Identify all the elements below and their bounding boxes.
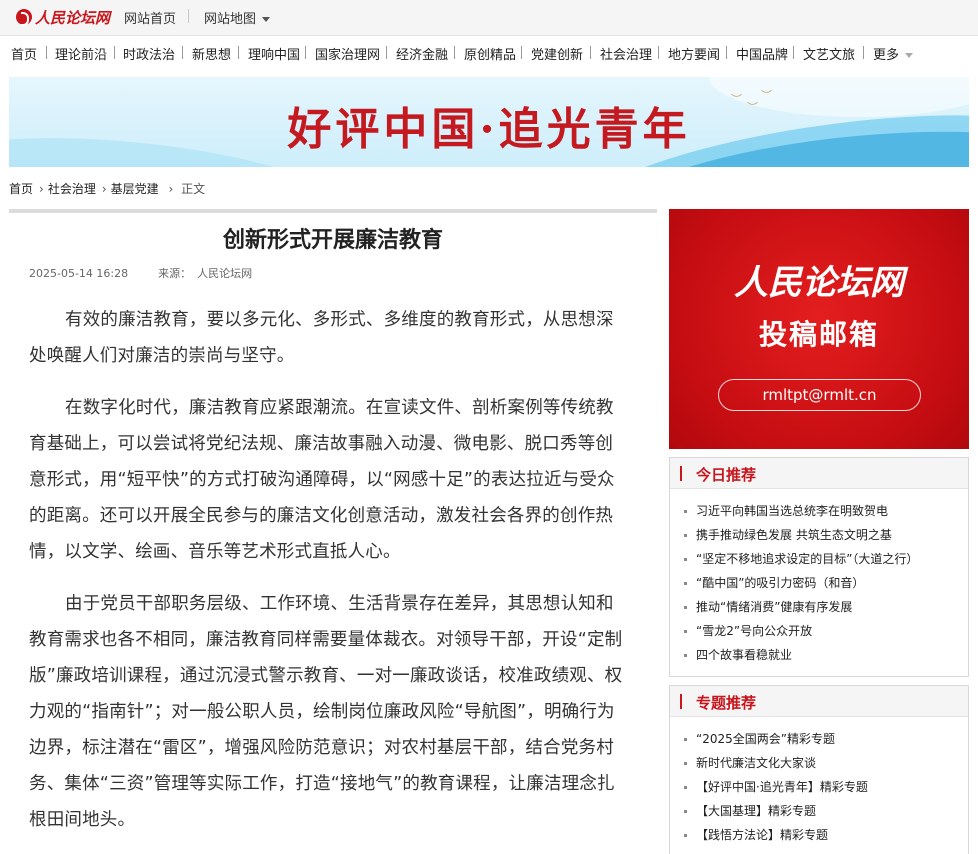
nav-divider — [793, 46, 794, 59]
list-item[interactable]: 四个故事看稳就业 — [684, 643, 968, 667]
article-datetime: 2025-05-14 16:28 — [29, 267, 129, 280]
logo-icon — [16, 9, 32, 26]
panel-title: 今日推荐 — [696, 466, 757, 484]
main-nav: 首页 理论前沿 时政法治 新思想 理响中国 国家治理网 经济金融 原创精品 党建… — [0, 36, 978, 68]
nav-divider — [590, 46, 591, 59]
panel-title: 专题推荐 — [696, 694, 757, 712]
list-item[interactable]: 习近平向韩国当选总统李在明致贺电 — [684, 499, 968, 523]
sitemap-label: 网站地图 — [204, 12, 257, 27]
sitemap-link[interactable]: 网站地图 — [204, 8, 271, 27]
article-top-rule — [9, 209, 657, 213]
ad-brand: 人民论坛网 — [734, 263, 904, 303]
breadcrumb-society[interactable]: 社会治理 — [48, 182, 96, 196]
list-item[interactable]: “坚定不移地追求设定的目标”（大道之行） — [684, 547, 968, 571]
article-paragraph: 在数字化时代，廉洁教育应紧跟潮流。在宣读文件、剖析案例等传统教育基础上，可以尝试… — [29, 398, 615, 562]
nav-divider — [726, 46, 727, 59]
nav-item-home[interactable]: 首页 — [11, 44, 37, 63]
nav-item-brand[interactable]: 中国品牌 — [736, 44, 788, 63]
nav-item-theory[interactable]: 理论前沿 — [55, 44, 107, 63]
list-item[interactable]: 【践悟方法论】精彩专题 — [684, 823, 968, 847]
list-item[interactable]: “2025全国两会”精彩专题 — [684, 727, 968, 751]
article-body: 有效的廉洁教育，要以多元化、多形式、多维度的教育形式，从思想深处唤醒人们对廉洁的… — [29, 302, 627, 854]
top-divider — [188, 9, 189, 23]
special-topics-panel: 专题推荐 “2025全国两会”精彩专题 新时代廉洁文化大家谈 【好评中国·追光青… — [669, 685, 969, 854]
list-item[interactable]: 携手推动绿色发展 共筑生态文明之基 — [684, 523, 968, 547]
panel-header: 今日推荐 — [670, 458, 968, 489]
article-paragraph: 有效的廉洁教育，要以多元化、多形式、多维度的教育形式，从思想深处唤醒人们对廉洁的… — [29, 310, 614, 366]
banner-title: 好评中国·追光青年 — [287, 104, 691, 155]
breadcrumb: 首页 › 社会治理 › 基层党建 › 正文 — [9, 180, 209, 197]
nav-divider — [238, 46, 239, 59]
site-logo[interactable]: 人民论坛网 — [16, 6, 110, 28]
nav-item-local[interactable]: 地方要闻 — [668, 44, 720, 63]
nav-item-governance[interactable]: 国家治理网 — [315, 44, 380, 63]
nav-divider — [521, 46, 522, 59]
breadcrumb-current: 正文 — [181, 182, 206, 196]
nav-more-label: 更多 — [873, 48, 900, 63]
nav-more[interactable]: 更多 — [873, 44, 914, 63]
list-item[interactable]: 推动“情绪消费”健康有序发展 — [684, 595, 968, 619]
panel-header: 专题推荐 — [670, 686, 968, 717]
nav-divider — [305, 46, 306, 59]
chevron-right-icon: › — [39, 182, 44, 196]
breadcrumb-home[interactable]: 首页 — [9, 182, 33, 196]
nav-item-culture[interactable]: 文艺文旅 — [803, 44, 855, 63]
nav-item-lixiang[interactable]: 理响中国 — [248, 44, 300, 63]
ad-subtitle: 投稿邮箱 — [758, 318, 879, 351]
today-recommend-panel: 今日推荐 习近平向韩国当选总统李在明致贺电 携手推动绿色发展 共筑生态文明之基 … — [669, 457, 969, 677]
nav-item-new-thought[interactable]: 新思想 — [192, 44, 231, 63]
article-title: 创新形式开展廉洁教育 — [222, 227, 443, 253]
nav-item-politics[interactable]: 时政法治 — [123, 44, 175, 63]
banner[interactable]: ︶ ︶ ︶ 好评中国·追光青年 — [9, 77, 969, 167]
list-item[interactable]: 【大国基理】精彩专题 — [684, 799, 968, 823]
nav-item-party[interactable]: 党建创新 — [531, 44, 583, 63]
chevron-down-icon — [905, 53, 914, 58]
nav-divider — [46, 46, 47, 59]
chevron-down-icon — [262, 17, 271, 22]
breadcrumb-party[interactable]: 基层党建 — [111, 182, 159, 196]
nav-divider — [863, 46, 864, 59]
list-item[interactable]: “酷中国”的吸引力密码（和音） — [684, 571, 968, 595]
nav-divider — [114, 46, 115, 59]
header-accent-bar — [680, 694, 682, 709]
top-bar: 人民论坛网 网站首页 网站地图 — [0, 0, 978, 36]
ad-email[interactable]: rmltpt@rmlt.cn — [718, 379, 921, 411]
article-source: 人民论坛网 — [197, 267, 253, 280]
topics-list: “2025全国两会”精彩专题 新时代廉洁文化大家谈 【好评中国·追光青年】精彩专… — [670, 717, 968, 847]
nav-item-original[interactable]: 原创精品 — [464, 44, 516, 63]
article-source-label: 来源： — [158, 267, 192, 280]
logo-text: 人民论坛网 — [35, 8, 111, 27]
nav-item-economy[interactable]: 经济金融 — [396, 44, 448, 63]
home-link[interactable]: 网站首页 — [124, 8, 176, 27]
list-item[interactable]: “雪龙2”号向公众开放 — [684, 619, 968, 643]
article-meta: 2025-05-14 16:28 来源： 人民论坛网 — [29, 265, 252, 281]
nav-divider — [182, 46, 183, 59]
list-item[interactable]: 【好评中国·追光青年】精彩专题 — [684, 775, 968, 799]
chevron-right-icon: › — [164, 182, 178, 196]
article-paragraph: 由于党员干部职务层级、工作环境、生活背景存在差异，其思想认知和教育需求也各不相同… — [29, 594, 623, 830]
submission-ad[interactable]: 人民论坛网 投稿邮箱 rmltpt@rmlt.cn — [669, 209, 969, 449]
nav-divider — [454, 46, 455, 59]
list-item[interactable]: 新时代廉洁文化大家谈 — [684, 751, 968, 775]
header-accent-bar — [680, 466, 682, 481]
nav-divider — [386, 46, 387, 59]
nav-item-society[interactable]: 社会治理 — [600, 44, 652, 63]
recommend-list: 习近平向韩国当选总统李在明致贺电 携手推动绿色发展 共筑生态文明之基 “坚定不移… — [670, 489, 968, 667]
nav-divider — [658, 46, 659, 59]
chevron-right-icon: › — [101, 182, 107, 196]
